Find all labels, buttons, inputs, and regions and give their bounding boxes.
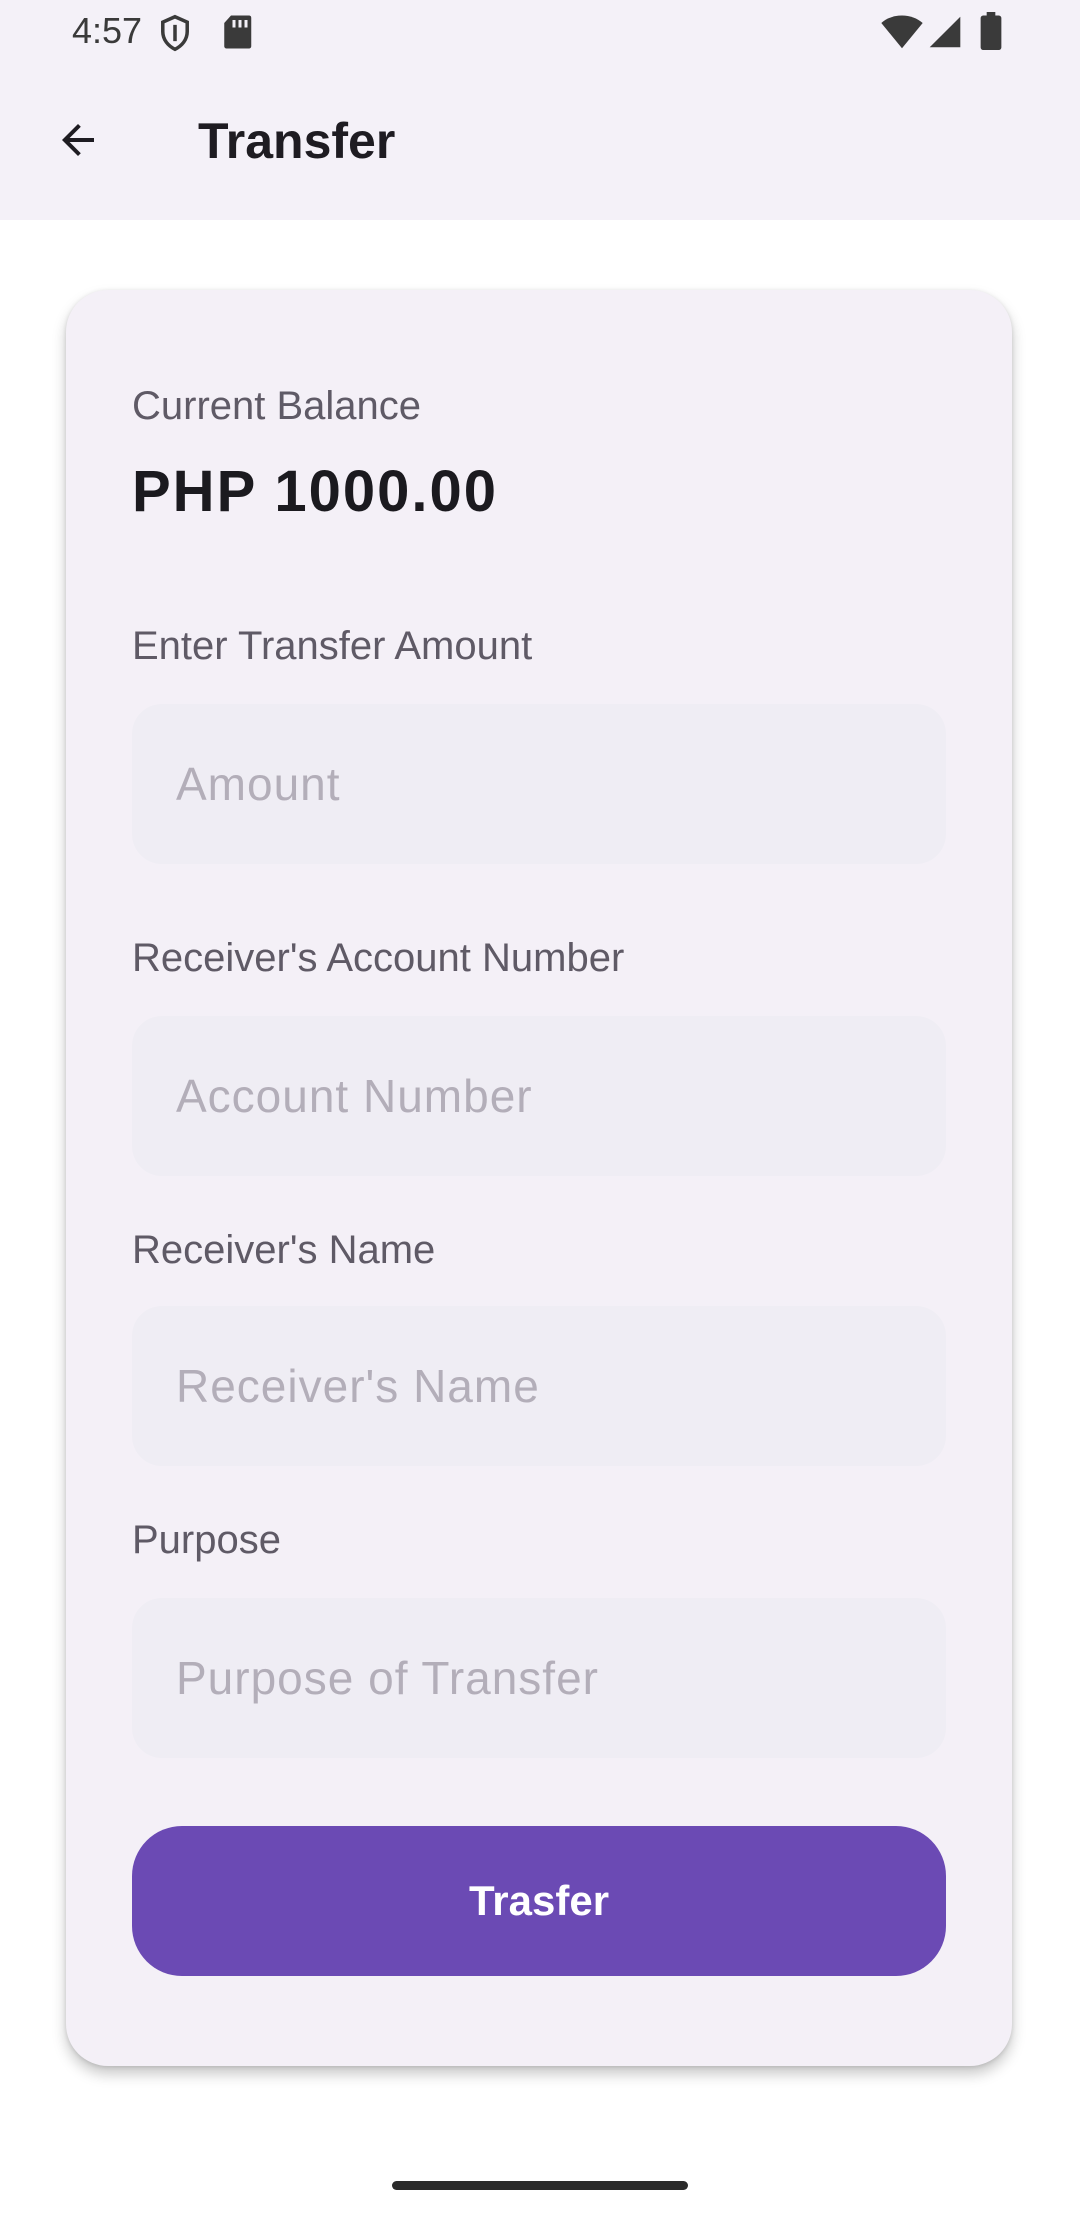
balance-value: PHP 1000.00 <box>132 459 498 524</box>
status-bar: 4:57 <box>0 0 1080 64</box>
receiver-name-label: Receiver's Name <box>132 1228 436 1272</box>
transfer-card: Current Balance PHP 1000.00 Enter Transf… <box>66 290 1012 2066</box>
arrow-back-icon <box>54 116 102 169</box>
back-button[interactable] <box>40 104 116 180</box>
purpose-input[interactable] <box>132 1598 946 1758</box>
wifi-icon <box>880 14 924 55</box>
account-number-label: Receiver's Account Number <box>132 936 625 980</box>
transfer-submit-button[interactable]: Trasfer <box>132 1826 946 1976</box>
status-time: 4:57 <box>72 10 143 51</box>
cellular-signal-icon <box>928 14 962 55</box>
amount-input[interactable] <box>132 704 946 864</box>
app-bar: Transfer <box>0 64 1080 220</box>
home-indicator[interactable] <box>392 2181 688 2190</box>
transfer-screen: 4:57 Transfer Current Balance PHP 1000.0… <box>0 0 1080 2220</box>
purpose-label: Purpose <box>132 1518 281 1562</box>
receiver-name-input[interactable] <box>132 1306 946 1466</box>
page-title: Transfer <box>198 113 396 169</box>
battery-icon <box>980 12 1002 55</box>
amount-label: Enter Transfer Amount <box>132 624 533 668</box>
sd-card-icon <box>222 14 252 55</box>
account-number-input[interactable] <box>132 1016 946 1176</box>
balance-label: Current Balance <box>132 384 422 428</box>
shield-icon <box>158 14 192 57</box>
